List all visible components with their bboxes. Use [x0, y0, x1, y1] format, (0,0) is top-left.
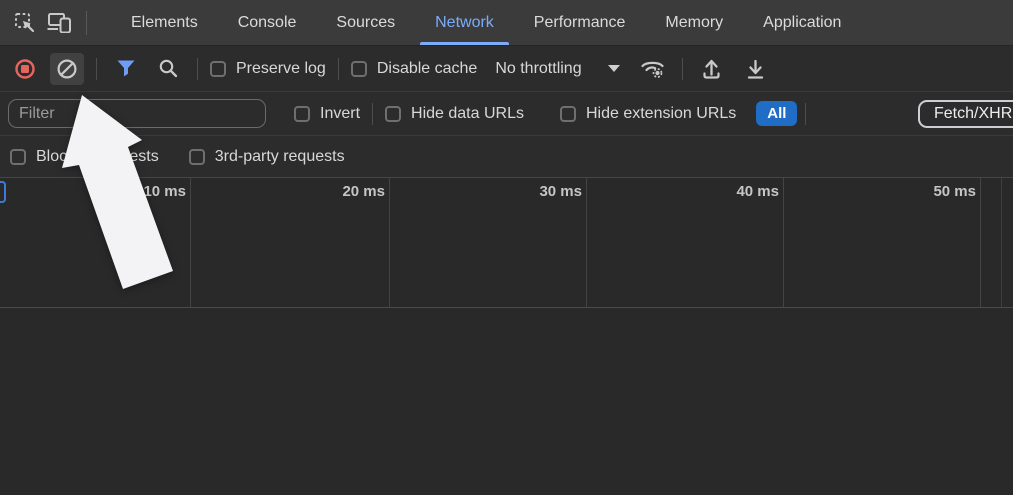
toolbar-separator	[197, 57, 198, 80]
throttling-value: No throttling	[495, 59, 582, 77]
search-icon	[158, 58, 179, 79]
hide-extension-urls-checkbox[interactable]	[559, 105, 576, 122]
network-conditions-button[interactable]	[636, 53, 670, 85]
request-blocking-bar: Blocked requests 3rd-party requests	[0, 136, 1013, 177]
inspect-cursor-icon	[14, 12, 36, 34]
toolbar-separator	[805, 102, 807, 125]
timeline-label: 10 ms	[143, 183, 186, 200]
filter-fetch-xhr-chip[interactable]: Fetch/XHR	[918, 99, 1013, 128]
toggle-device-toolbar-button[interactable]	[42, 6, 76, 40]
filter-input[interactable]	[8, 99, 266, 128]
tab-memory[interactable]: Memory	[645, 0, 743, 45]
throttling-dropdown[interactable]: No throttling	[495, 59, 620, 78]
upload-icon	[701, 58, 722, 80]
blocked-requests-group: Blocked requests	[10, 148, 159, 166]
third-party-requests-checkbox[interactable]	[188, 148, 205, 165]
preserve-log-checkbox[interactable]	[210, 60, 226, 77]
devtools-tab-bar: Elements Console Sources Network Perform…	[0, 0, 1013, 46]
tab-elements[interactable]: Elements	[111, 0, 218, 45]
hide-extension-urls-group: Hide extension URLs	[559, 104, 737, 123]
import-har-button[interactable]	[695, 53, 729, 85]
filter-funnel-icon	[116, 59, 136, 78]
timeline-gridline	[980, 178, 981, 307]
wifi-gear-icon	[639, 57, 666, 80]
inspect-element-button[interactable]	[8, 6, 42, 40]
timeline-label: 50 ms	[933, 183, 976, 200]
blocked-requests-checkbox[interactable]	[10, 148, 26, 165]
hide-data-urls-checkbox[interactable]	[385, 105, 402, 122]
timeline-label: 20 ms	[342, 183, 385, 200]
clear-network-log-button[interactable]	[50, 52, 84, 85]
invert-group: Invert	[294, 105, 360, 123]
toolbar-separator	[337, 57, 339, 80]
hide-data-urls-group: Hide data URLs	[385, 105, 524, 123]
third-party-requests-label: 3rd-party requests	[214, 147, 345, 165]
devtools-window: Elements Console Sources Network Perform…	[0, 0, 1013, 495]
timeline-gridline	[783, 178, 784, 307]
toolbar-separator	[372, 102, 374, 125]
block-circle-slash-icon	[56, 58, 78, 80]
disable-cache-checkbox[interactable]	[350, 60, 367, 77]
filter-all-pill[interactable]: All	[756, 101, 798, 126]
tab-console[interactable]: Console	[218, 0, 317, 45]
timeline-label: 30 ms	[539, 183, 582, 200]
tabbar-separator	[86, 10, 87, 35]
disable-cache-label: Disable cache	[376, 59, 478, 77]
timeline-right-border	[1001, 178, 1002, 307]
invert-label: Invert	[320, 104, 361, 122]
timeline-gridline	[389, 178, 390, 307]
chevron-down-icon	[607, 65, 620, 72]
waterfall-selection-marker	[0, 181, 6, 203]
toolbar-separator	[681, 57, 683, 80]
preserve-log-label: Preserve log	[236, 59, 326, 77]
network-toolbar: Preserve log Disable cache No throttling	[0, 46, 1013, 92]
invert-checkbox[interactable]	[294, 105, 310, 122]
tab-performance[interactable]: Performance	[514, 0, 646, 45]
download-icon	[745, 58, 766, 80]
tab-sources[interactable]: Sources	[316, 0, 415, 45]
third-party-requests-group: 3rd-party requests	[188, 147, 345, 166]
network-waterfall-overview[interactable]: 10 ms 20 ms 30 ms 40 ms 50 ms	[0, 177, 1013, 307]
network-filter-bar: Invert Hide data URLs Hide extension URL…	[0, 92, 1013, 136]
hide-data-urls-label: Hide data URLs	[411, 104, 524, 122]
tab-network[interactable]: Network	[415, 0, 514, 45]
filter-toggle-button[interactable]	[109, 53, 143, 85]
preserve-log-group: Preserve log	[210, 60, 326, 78]
panel-tabs: Elements Console Sources Network Perform…	[111, 0, 861, 45]
timeline-gridline	[190, 178, 191, 307]
disable-cache-group: Disable cache	[350, 59, 478, 78]
tab-application[interactable]: Application	[743, 0, 861, 45]
search-button[interactable]	[151, 53, 185, 85]
export-har-button[interactable]	[739, 53, 773, 85]
timeline-label: 40 ms	[736, 183, 779, 200]
device-toolbar-icon	[47, 12, 72, 33]
hide-extension-urls-label: Hide extension URLs	[585, 104, 737, 122]
record-network-log-button[interactable]	[8, 53, 42, 85]
toolbar-separator	[96, 57, 97, 80]
record-icon	[14, 58, 36, 80]
blocked-requests-label: Blocked requests	[36, 147, 159, 165]
timeline-gridline	[586, 178, 587, 307]
request-list-empty-area	[0, 308, 1013, 494]
